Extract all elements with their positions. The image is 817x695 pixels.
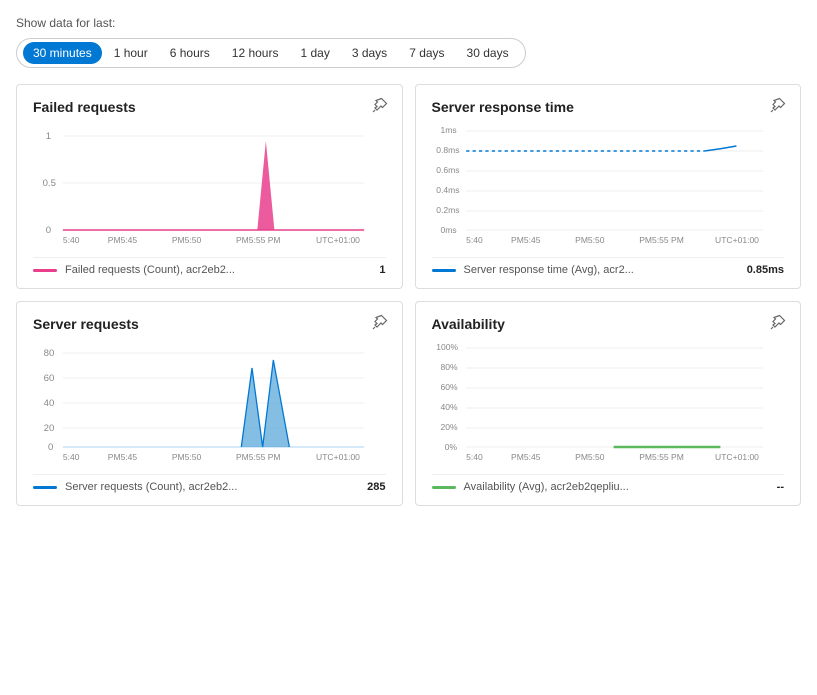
svg-text:PM5:55 PM: PM5:55 PM — [639, 236, 684, 245]
svg-text:0.4ms: 0.4ms — [436, 186, 459, 195]
svg-text:PM5:55 PM: PM5:55 PM — [236, 236, 281, 245]
server-requests-legend-label: Server requests (Count), acr2eb2... — [65, 481, 237, 493]
svg-text:PM5:45: PM5:45 — [511, 236, 541, 245]
time-btn-30min[interactable]: 30 minutes — [23, 42, 102, 64]
server-requests-card: Server requests 80 60 40 20 0 — [16, 301, 403, 506]
svg-text:0.6ms: 0.6ms — [436, 166, 459, 175]
svg-text:1ms: 1ms — [440, 126, 456, 135]
svg-text:40: 40 — [44, 398, 55, 408]
server-response-time-chart: 1ms 0.8ms 0.6ms 0.4ms 0.2ms 0ms 5:40 PM5… — [432, 121, 785, 251]
svg-text:PM5:50: PM5:50 — [575, 453, 605, 462]
svg-text:5:40: 5:40 — [466, 236, 483, 245]
server-requests-legend-value: 285 — [367, 481, 385, 493]
failed-requests-legend: Failed requests (Count), acr2eb2... 1 — [33, 257, 386, 276]
time-btn-7days[interactable]: 7 days — [399, 42, 454, 64]
server-response-time-legend-label: Server response time (Avg), acr2... — [464, 264, 634, 276]
server-response-time-legend: Server response time (Avg), acr2... 0.85… — [432, 257, 785, 276]
svg-text:0.2ms: 0.2ms — [436, 206, 459, 215]
availability-legend-label: Availability (Avg), acr2eb2qepliu... — [464, 481, 629, 493]
svg-text:100%: 100% — [436, 343, 458, 352]
charts-grid: Failed requests 1 0.5 0 5:40 PM5:45 PM5:… — [16, 84, 801, 506]
time-btn-3days[interactable]: 3 days — [342, 42, 397, 64]
availability-chart: 100% 80% 60% 40% 20% 0% 5:40 PM5:45 PM5:… — [432, 338, 785, 468]
failed-requests-legend-label: Failed requests (Count), acr2eb2... — [65, 264, 235, 276]
server-response-time-legend-line — [432, 269, 456, 272]
svg-text:20: 20 — [44, 423, 55, 433]
availability-legend-value: -- — [777, 481, 784, 493]
svg-text:UTC+01:00: UTC+01:00 — [715, 453, 759, 462]
time-filter-bar: 30 minutes 1 hour 6 hours 12 hours 1 day… — [16, 38, 526, 68]
failed-requests-card: Failed requests 1 0.5 0 5:40 PM5:45 PM5:… — [16, 84, 403, 289]
svg-text:0.5: 0.5 — [43, 178, 56, 188]
svg-text:80: 80 — [44, 348, 55, 358]
svg-text:0: 0 — [46, 225, 51, 235]
svg-text:5:40: 5:40 — [63, 236, 80, 245]
show-data-label: Show data for last: — [16, 16, 801, 30]
availability-legend-line — [432, 486, 456, 489]
server-requests-pin-icon[interactable] — [372, 314, 388, 333]
svg-text:UTC+01:00: UTC+01:00 — [316, 236, 360, 245]
time-btn-1hour[interactable]: 1 hour — [104, 42, 158, 64]
svg-text:0.8ms: 0.8ms — [436, 146, 459, 155]
svg-text:0: 0 — [48, 442, 53, 452]
time-btn-30days[interactable]: 30 days — [457, 42, 519, 64]
server-response-time-pin-icon[interactable] — [770, 97, 786, 116]
svg-text:PM5:55 PM: PM5:55 PM — [236, 453, 281, 462]
svg-text:PM5:55 PM: PM5:55 PM — [639, 453, 684, 462]
time-btn-12hours[interactable]: 12 hours — [222, 42, 289, 64]
server-requests-legend-line — [33, 486, 57, 489]
svg-text:PM5:45: PM5:45 — [108, 236, 138, 245]
server-requests-legend: Server requests (Count), acr2eb2... 285 — [33, 474, 386, 493]
failed-requests-legend-value: 1 — [379, 264, 385, 276]
svg-text:PM5:45: PM5:45 — [108, 453, 138, 462]
svg-text:40%: 40% — [440, 403, 458, 412]
svg-text:5:40: 5:40 — [466, 453, 483, 462]
svg-text:20%: 20% — [440, 423, 458, 432]
svg-text:60%: 60% — [440, 383, 458, 392]
time-btn-1day[interactable]: 1 day — [290, 42, 339, 64]
svg-text:PM5:50: PM5:50 — [575, 236, 605, 245]
server-requests-chart: 80 60 40 20 0 5:40 PM5:45 PM5:50 PM5:55 … — [33, 338, 386, 468]
svg-text:PM5:50: PM5:50 — [172, 236, 202, 245]
svg-text:UTC+01:00: UTC+01:00 — [715, 236, 759, 245]
availability-title: Availability — [432, 316, 785, 332]
failed-requests-legend-line — [33, 269, 57, 272]
server-requests-title: Server requests — [33, 316, 386, 332]
svg-text:5:40: 5:40 — [63, 453, 80, 462]
svg-text:PM5:45: PM5:45 — [511, 453, 541, 462]
availability-pin-icon[interactable] — [770, 314, 786, 333]
failed-requests-pin-icon[interactable] — [372, 97, 388, 116]
availability-card: Availability 100% 80% 60% 40% 20% 0% — [415, 301, 802, 506]
server-response-time-card: Server response time 1ms 0.8ms 0.6ms 0.4… — [415, 84, 802, 289]
svg-text:PM5:50: PM5:50 — [172, 453, 202, 462]
svg-text:60: 60 — [44, 373, 55, 383]
failed-requests-chart: 1 0.5 0 5:40 PM5:45 PM5:50 PM5:55 PM UTC… — [33, 121, 386, 251]
svg-text:0%: 0% — [444, 443, 457, 452]
failed-requests-title: Failed requests — [33, 99, 386, 115]
svg-text:80%: 80% — [440, 363, 458, 372]
time-btn-6hours[interactable]: 6 hours — [160, 42, 220, 64]
svg-text:1: 1 — [46, 131, 51, 141]
svg-text:UTC+01:00: UTC+01:00 — [316, 453, 360, 462]
availability-legend: Availability (Avg), acr2eb2qepliu... -- — [432, 474, 785, 493]
svg-text:0ms: 0ms — [440, 226, 456, 235]
server-response-time-legend-value: 0.85ms — [747, 264, 784, 276]
server-response-time-title: Server response time — [432, 99, 785, 115]
